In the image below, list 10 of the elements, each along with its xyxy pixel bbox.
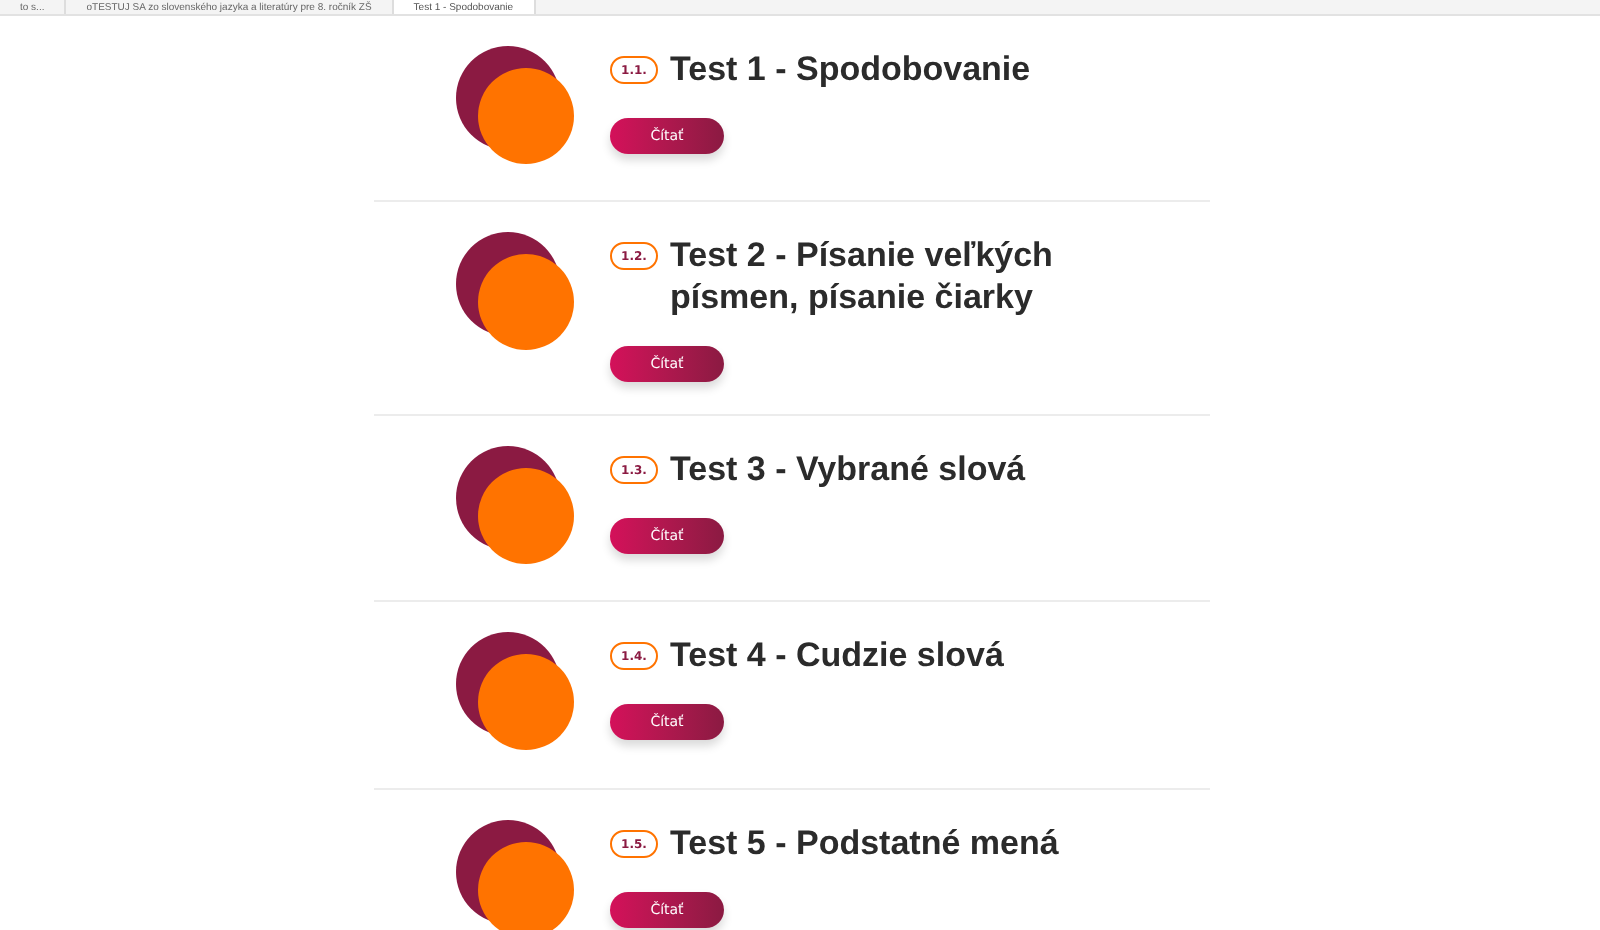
test-title: Test 1 - Spodobovanie <box>670 48 1033 90</box>
circles-icon <box>456 446 576 566</box>
circles-icon <box>456 232 576 352</box>
circles-icon <box>456 632 576 752</box>
circles-icon <box>456 820 576 930</box>
test-title: Test 3 - Vybrané slová <box>670 448 1028 490</box>
test-title: Test 2 - Písanie veľkých písmen, písanie čiarky <box>670 234 1055 318</box>
test-title: Test 5 - Podstatné mená <box>670 822 1061 864</box>
test-title: Test 4 - Cudzie slová <box>670 634 1006 676</box>
circles-icon <box>456 46 576 166</box>
